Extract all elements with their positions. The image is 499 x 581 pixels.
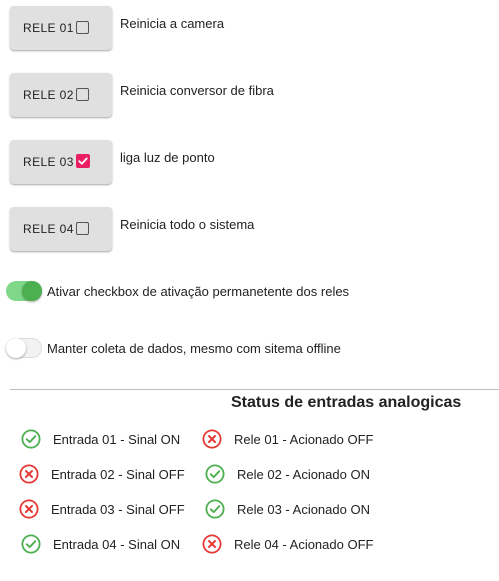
relay-01-button[interactable]: RELE 01	[10, 6, 112, 50]
relay-03-status-label: Rele 03 - Acionado ON	[237, 502, 370, 517]
x-circle-icon	[19, 464, 39, 484]
permanent-activation-toggle-row: Ativar checkbox de ativação permanetente…	[6, 279, 496, 305]
relay-01-label: RELE 01	[23, 21, 74, 35]
relay-03-checkbox[interactable]	[76, 154, 90, 168]
relay-01-checkbox[interactable]	[76, 21, 89, 34]
relay-02-checkbox[interactable]	[76, 88, 89, 101]
input-02-label: Entrada 02 - Sinal OFF	[51, 467, 185, 482]
input-01-label: Entrada 01 - Sinal ON	[53, 432, 181, 447]
relay-04-checkbox[interactable]	[76, 222, 89, 235]
relay-04-description: Reinicia todo o sistema	[120, 217, 255, 232]
relay-row-4: RELE 04 Reinicia todo o sistema	[10, 207, 490, 251]
relay-02-status-label: Rele 02 - Acionado ON	[237, 467, 370, 482]
relay-03-description: liga luz de ponto	[120, 150, 215, 165]
relay-row-2: RELE 02 Reinicia conversor de fibra	[10, 73, 490, 117]
x-circle-icon	[202, 534, 222, 554]
relay-01-status-label: Rele 01 - Acionado OFF	[234, 432, 374, 447]
x-circle-icon	[202, 429, 222, 449]
switch-knob	[22, 281, 42, 301]
relay-02-button[interactable]: RELE 02	[10, 73, 112, 117]
relay-01-description: Reinicia a camera	[120, 16, 225, 31]
relay-row-3: RELE 03 liga luz de ponto	[10, 140, 490, 184]
check-circle-icon	[205, 464, 225, 484]
offline-collection-toggle-row: Manter coleta de dados, mesmo com sitema…	[6, 336, 496, 362]
relay-04-button[interactable]: RELE 04	[10, 207, 112, 251]
relay-02-label: RELE 02	[23, 88, 74, 102]
offline-collection-label: Manter coleta de dados, mesmo com sitema…	[47, 341, 341, 356]
relay-03-label: RELE 03	[23, 155, 74, 169]
check-circle-icon	[21, 429, 41, 449]
check-circle-icon	[21, 534, 41, 554]
permanent-activation-label: Ativar checkbox de ativação permanetente…	[47, 284, 350, 299]
offline-collection-switch[interactable]	[6, 338, 42, 358]
relay-04-label: RELE 04	[23, 222, 74, 236]
permanent-activation-switch[interactable]	[6, 281, 42, 301]
relay-03-button[interactable]: RELE 03	[10, 140, 112, 184]
check-circle-icon	[205, 499, 225, 519]
relay-04-status-label: Rele 04 - Acionado OFF	[234, 537, 374, 552]
relay-02-description: Reinicia conversor de fibra	[120, 83, 274, 98]
status-title: Status de entradas analogicas	[231, 394, 462, 411]
relay-row-1: RELE 01 Reinicia a camera	[10, 6, 490, 50]
input-04-label: Entrada 04 - Sinal ON	[53, 537, 181, 552]
input-03-label: Entrada 03 - Sinal OFF	[51, 502, 185, 517]
section-divider	[10, 389, 499, 390]
switch-knob	[6, 338, 26, 358]
x-circle-icon	[19, 499, 39, 519]
